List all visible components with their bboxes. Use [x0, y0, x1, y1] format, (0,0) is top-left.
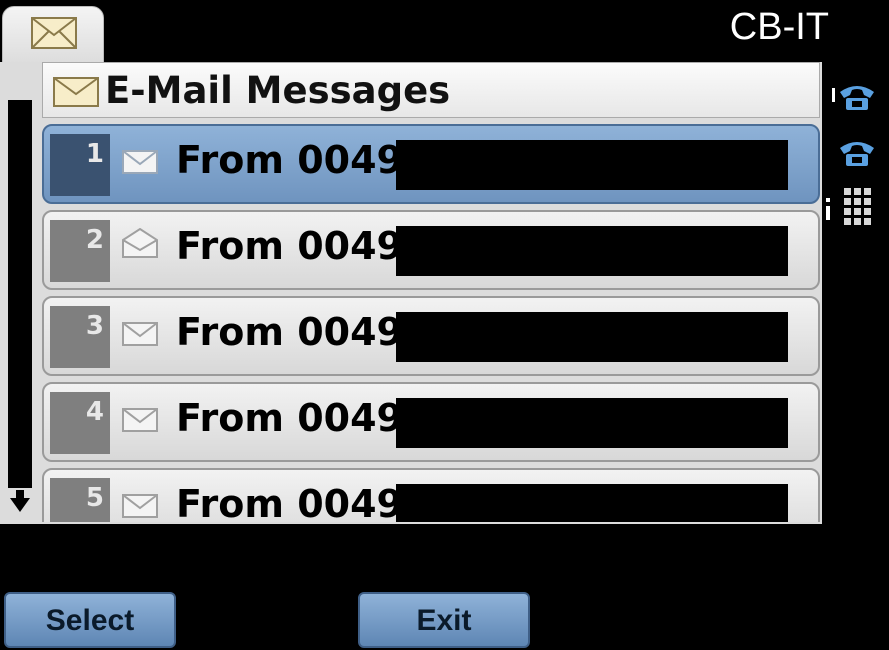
redacted-block	[396, 398, 788, 448]
item-number: 3	[50, 306, 110, 368]
item-number: 4	[50, 392, 110, 454]
scrollbar[interactable]	[0, 62, 40, 524]
message-list: 1 From 0049 2 From 0049 3 From 0049 4 Fr	[42, 124, 822, 522]
messages-tab[interactable]	[2, 6, 104, 66]
redacted-block	[396, 226, 788, 276]
item-number: 1	[50, 134, 110, 196]
message-sender: From 0049	[176, 310, 403, 354]
keypad-icon[interactable]	[826, 186, 880, 228]
list-item[interactable]: 3 From 0049	[42, 296, 820, 376]
unread-envelope-icon	[122, 322, 158, 346]
message-sender: From 0049	[176, 138, 403, 182]
message-sender: From 0049	[176, 396, 403, 440]
redacted-block	[396, 140, 788, 190]
select-softkey-button[interactable]: Select	[4, 592, 176, 648]
envelope-icon	[53, 77, 99, 107]
scroll-down-icon[interactable]	[8, 488, 32, 514]
message-sender: From 0049	[176, 224, 403, 268]
unread-envelope-icon	[122, 408, 158, 432]
item-number: 2	[50, 220, 110, 282]
read-envelope-icon	[122, 228, 158, 258]
list-item[interactable]: 1 From 0049	[42, 124, 820, 204]
list-item[interactable]: 4 From 0049	[42, 382, 820, 462]
item-number: 5	[50, 478, 110, 522]
exit-softkey-button[interactable]: Exit	[358, 592, 530, 648]
unread-envelope-icon	[122, 150, 158, 174]
phone-line-icon[interactable]	[832, 80, 882, 116]
unread-envelope-icon	[122, 494, 158, 518]
phone-brand-label: CB-IT	[729, 6, 829, 48]
message-sender: From 0049	[176, 482, 403, 522]
page-title: E-Mail Messages	[105, 69, 451, 112]
envelope-icon	[31, 17, 77, 49]
scrollbar-thumb[interactable]	[8, 100, 32, 512]
redacted-block	[396, 312, 788, 362]
list-header: E-Mail Messages	[42, 62, 820, 118]
redacted-block	[396, 484, 788, 522]
phone-line-icon[interactable]	[832, 136, 882, 172]
list-item[interactable]: 5 From 0049	[42, 468, 820, 522]
list-item[interactable]: 2 From 0049	[42, 210, 820, 290]
